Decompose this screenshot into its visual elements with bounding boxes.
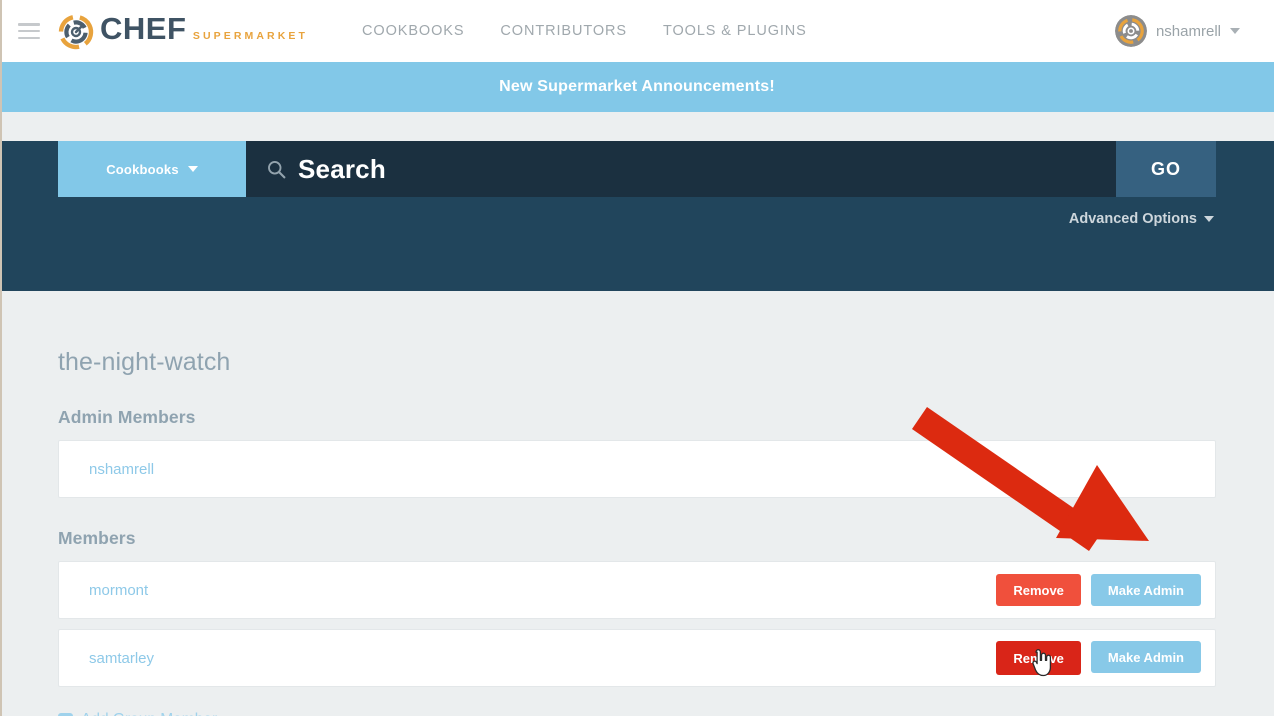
announcement-text: New Supermarket Announcements! xyxy=(499,78,775,96)
top-navigation-bar: CHEF SUPERMARKET COOKBOOKS CONTRIBUTORS … xyxy=(0,0,1274,62)
announcement-banner[interactable]: New Supermarket Announcements! xyxy=(0,62,1274,112)
member-name-link[interactable]: samtarley xyxy=(89,650,154,667)
advanced-options-toggle[interactable]: Advanced Options xyxy=(1069,211,1214,227)
advanced-options-label: Advanced Options xyxy=(1069,211,1197,227)
brand-tagline: SUPERMARKET xyxy=(193,30,308,42)
user-avatar-icon xyxy=(1115,15,1147,47)
table-row: nshamrell xyxy=(58,440,1216,498)
search-row: Cookbooks Search GO xyxy=(58,141,1216,197)
chevron-down-icon xyxy=(188,166,198,172)
section-heading-members: Members xyxy=(58,528,1216,549)
primary-nav-links: COOKBOOKS CONTRIBUTORS TOOLS & PLUGINS xyxy=(362,23,807,39)
page-left-border xyxy=(0,0,2,716)
plus-square-icon xyxy=(58,713,73,716)
section-heading-admin-members: Admin Members xyxy=(58,407,1216,428)
member-name-link[interactable]: mormont xyxy=(89,582,148,599)
search-go-button[interactable]: GO xyxy=(1116,141,1216,197)
search-scope-label: Cookbooks xyxy=(106,162,179,177)
add-group-member-link[interactable]: Add Group Member xyxy=(58,711,217,716)
brand-name: CHEF xyxy=(100,11,186,46)
chevron-down-icon xyxy=(1204,216,1214,222)
user-account-menu[interactable]: nshamrell xyxy=(1115,15,1258,47)
chef-logo-icon xyxy=(56,12,96,52)
table-row: mormont Remove Make Admin xyxy=(58,561,1216,619)
row-actions: Remove Make Admin xyxy=(996,641,1201,675)
make-admin-button[interactable]: Make Admin xyxy=(1091,574,1201,606)
page-title: the-night-watch xyxy=(58,291,1216,377)
remove-button[interactable]: Remove xyxy=(996,641,1081,675)
search-icon xyxy=(266,159,287,180)
nav-link-tools-plugins[interactable]: TOOLS & PLUGINS xyxy=(663,23,807,39)
table-row: samtarley Remove Make Admin xyxy=(58,629,1216,687)
hamburger-menu-icon[interactable] xyxy=(18,23,40,39)
chevron-down-icon xyxy=(1230,28,1240,34)
make-admin-button[interactable]: Make Admin xyxy=(1091,641,1201,673)
search-band: Cookbooks Search GO Advanced Options xyxy=(0,141,1274,291)
advanced-options-row: Advanced Options xyxy=(58,210,1216,228)
main-content: the-night-watch Admin Members nshamrell … xyxy=(0,291,1274,716)
member-name-link[interactable]: nshamrell xyxy=(89,461,154,478)
brand-logo-link[interactable]: CHEF SUPERMARKET xyxy=(56,10,308,52)
nav-link-cookbooks[interactable]: COOKBOOKS xyxy=(362,23,464,39)
username-label: nshamrell xyxy=(1156,23,1221,40)
search-scope-dropdown[interactable]: Cookbooks xyxy=(58,141,246,197)
nav-link-contributors[interactable]: CONTRIBUTORS xyxy=(500,23,627,39)
row-actions: Remove Make Admin xyxy=(996,574,1201,606)
search-input-placeholder: Search xyxy=(298,154,386,185)
add-group-member-label: Add Group Member xyxy=(81,711,217,716)
remove-button[interactable]: Remove xyxy=(996,574,1081,606)
search-input[interactable]: Search xyxy=(246,141,1116,197)
